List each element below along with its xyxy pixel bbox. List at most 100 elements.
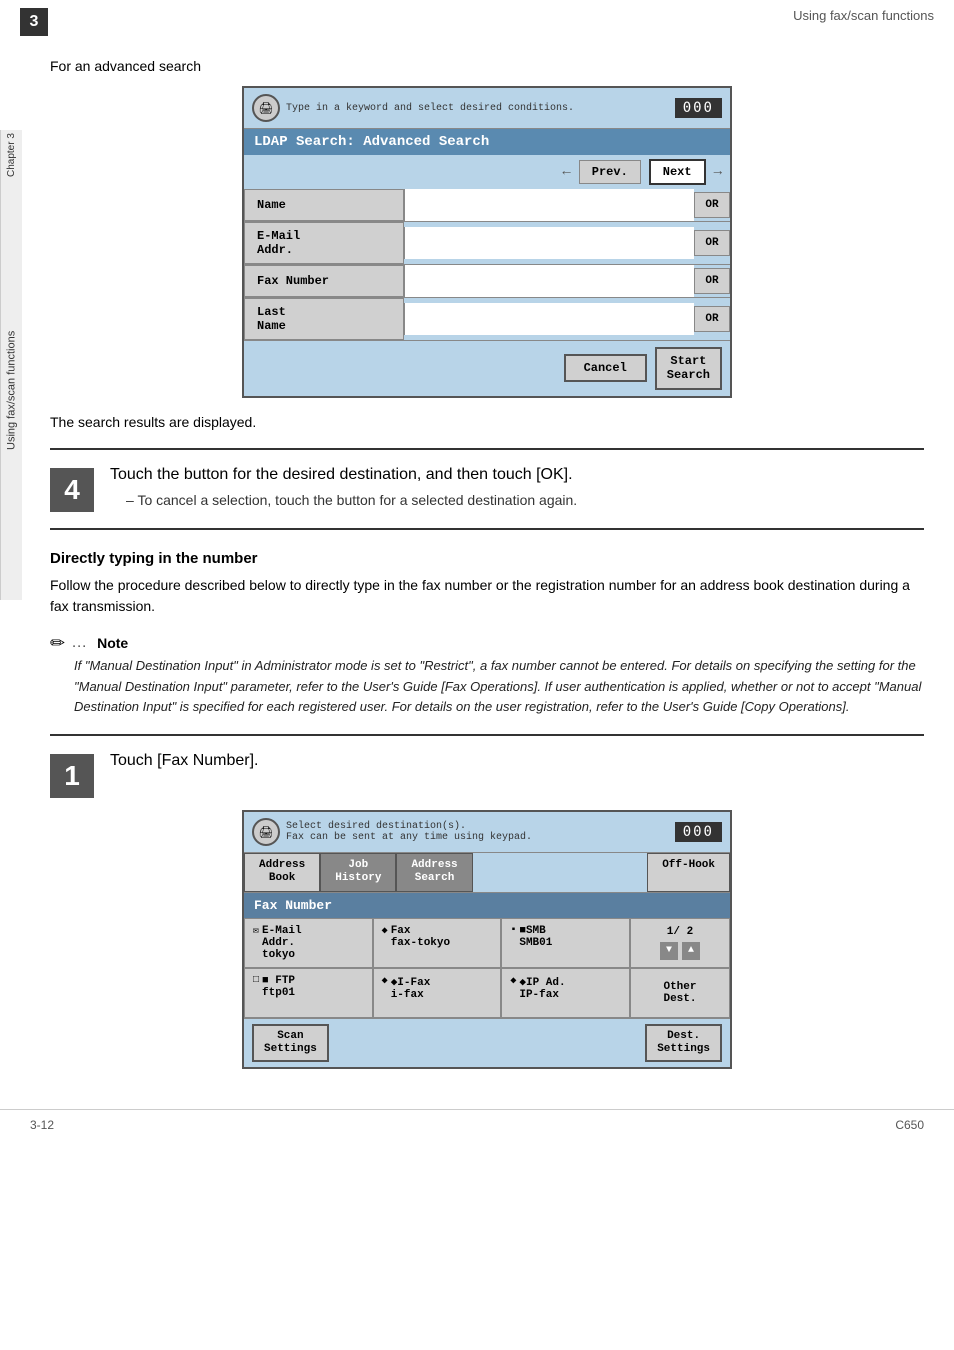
smb-cell-label: ■SMBSMB01	[519, 925, 552, 949]
main-content: For an advanced search 🖨 Type in a keywo…	[30, 40, 954, 1089]
step-4-content: Touch the button for the desired destina…	[110, 466, 924, 508]
field-or-lastname: OR	[694, 306, 730, 332]
page-footer: 3-12 C650	[0, 1109, 954, 1140]
note-text: If "Manual Destination Input" in Adminis…	[74, 656, 924, 718]
ui-bottom-row: Cancel StartSearch	[244, 341, 730, 396]
tab-address-book[interactable]: AddressBook	[244, 853, 320, 891]
step-4-number: 4	[50, 468, 94, 512]
chapter-label: Chapter 3	[0, 130, 22, 180]
ipad-cell-label: ◆IP Ad.IP-fax	[519, 975, 565, 1001]
result-text: The search results are displayed.	[50, 414, 924, 430]
divider-1	[50, 448, 924, 450]
field-label-fax: Fax Number	[244, 265, 404, 297]
field-row-fax: Fax Number OR	[244, 265, 730, 298]
subsection-title: Directly typing in the number	[50, 550, 924, 567]
ui-top-left: 🖨 Type in a keyword and select desired c…	[252, 94, 574, 122]
step-1-number: 1	[50, 754, 94, 798]
cancel-button[interactable]: Cancel	[564, 354, 647, 382]
scan-settings-button[interactable]: ScanSettings	[252, 1024, 329, 1062]
ui2-grid-row2: □ ■ FTPftp01 ◆ ◆I-Faxi-fax ◆ ◆IP Ad.IP-f…	[244, 968, 730, 1018]
ipad-cell-icon: ◆	[510, 975, 516, 987]
step-4-main-text: Touch the button for the desired destina…	[110, 466, 924, 484]
ifax-cell-label: ◆I-Faxi-fax	[391, 975, 431, 1001]
note-label: Note	[97, 635, 128, 651]
prev-arrow: ←	[562, 164, 570, 180]
fax-cell-label: Faxfax-tokyo	[391, 925, 450, 949]
ui-top-bar: 🖨 Type in a keyword and select desired c…	[244, 88, 730, 129]
start-search-button[interactable]: StartSearch	[655, 347, 722, 390]
ui2-top-bar: 🖨 Select desired destination(s). Fax can…	[244, 812, 730, 853]
page-down-arrow[interactable]: ▼	[660, 942, 678, 960]
ui-screenshot-1: 🖨 Type in a keyword and select desired c…	[242, 86, 732, 398]
ui-instruction: Type in a keyword and select desired con…	[286, 103, 574, 114]
field-input-lastname[interactable]	[404, 303, 694, 335]
smb-cell-icon: ▪	[510, 925, 516, 936]
ui2-tab-row: AddressBook JobHistory AddressSearch Off…	[244, 853, 730, 892]
page-arrows: ▼ ▲	[660, 942, 700, 960]
ui2-grid-row1: ✉ E-MailAddr.tokyo ◆ Faxfax-tokyo ▪ ■SMB…	[244, 918, 730, 968]
ui-counter: 000	[675, 98, 722, 118]
grid-cell-email[interactable]: ✉ E-MailAddr.tokyo	[244, 918, 373, 968]
fax-number-selected[interactable]: Fax Number	[244, 893, 730, 918]
step-1-block: 1 Touch [Fax Number].	[50, 752, 924, 798]
ui2-top-left: 🖨 Select desired destination(s). Fax can…	[252, 818, 532, 846]
step-1-content: Touch [Fax Number].	[110, 752, 924, 778]
fax-cell-icon: ◆	[382, 925, 388, 937]
grid-cell-fax[interactable]: ◆ Faxfax-tokyo	[373, 918, 502, 968]
ui2-instruction1: Select desired destination(s).	[286, 821, 532, 832]
ui2-counter: 000	[675, 822, 722, 842]
field-row-lastname: LastName OR	[244, 298, 730, 341]
note-block: ✏ … Note If "Manual Destination Input" i…	[50, 633, 924, 718]
other-dest-button[interactable]: OtherDest.	[630, 968, 730, 1018]
page-number-indicator: 1/ 2	[667, 926, 693, 938]
ui-logo-icon: 🖨	[252, 94, 280, 122]
field-label-email: E-MailAddr.	[244, 222, 404, 264]
field-input-email[interactable]	[404, 227, 694, 259]
ui-nav-row: ← Prev. Next →	[244, 155, 730, 189]
field-label-lastname: LastName	[244, 298, 404, 340]
header-title: Using fax/scan functions	[793, 8, 934, 23]
next-button[interactable]: Next	[649, 159, 706, 185]
next-arrow: →	[714, 164, 722, 180]
section-side-label: Using fax/scan functions	[0, 180, 22, 600]
field-or-email: OR	[694, 230, 730, 256]
tab-address-search[interactable]: AddressSearch	[396, 853, 472, 891]
ui2-bottom-row: ScanSettings Dest.Settings	[244, 1018, 730, 1067]
grid-cell-ipad[interactable]: ◆ ◆IP Ad.IP-fax	[501, 968, 630, 1018]
field-row-name: Name OR	[244, 189, 730, 222]
grid-cell-smb[interactable]: ▪ ■SMBSMB01	[501, 918, 630, 968]
dest-settings-button[interactable]: Dest.Settings	[645, 1024, 722, 1062]
note-dots: …	[71, 634, 87, 652]
ui2-instruction2: Fax can be sent at any time using keypad…	[286, 832, 532, 843]
field-label-name: Name	[244, 189, 404, 221]
ui2-logo-icon: 🖨	[252, 818, 280, 846]
page-indicator-cell: 1/ 2 ▼ ▲	[630, 918, 730, 968]
tab-job-history[interactable]: JobHistory	[320, 853, 396, 891]
divider-3	[50, 734, 924, 736]
footer-right: C650	[895, 1118, 924, 1132]
tab-off-hook[interactable]: Off-Hook	[647, 853, 730, 891]
ifax-cell-icon: ◆	[382, 975, 388, 987]
field-or-fax: OR	[694, 268, 730, 294]
note-icon-row: ✏ … Note	[50, 633, 924, 654]
ftp-cell-label: ■ FTPftp01	[262, 975, 295, 999]
page-header: 3 Using fax/scan functions	[0, 0, 954, 40]
field-input-name[interactable]	[404, 189, 694, 221]
email-cell-icon: ✉	[253, 925, 259, 937]
prev-button[interactable]: Prev.	[579, 160, 641, 184]
grid-cell-ifax[interactable]: ◆ ◆I-Faxi-fax	[373, 968, 502, 1018]
ui-screenshot-2: 🖨 Select desired destination(s). Fax can…	[242, 810, 732, 1069]
step-4-sub-text: To cancel a selection, touch the button …	[126, 492, 924, 508]
page-number: 3	[20, 8, 48, 36]
field-input-fax[interactable]	[404, 265, 694, 297]
ftp-cell-icon: □	[253, 975, 259, 986]
page-up-arrow[interactable]: ▲	[682, 942, 700, 960]
divider-2	[50, 528, 924, 530]
field-or-name: OR	[694, 192, 730, 218]
grid-cell-ftp[interactable]: □ ■ FTPftp01	[244, 968, 373, 1018]
field-row-email: E-MailAddr. OR	[244, 222, 730, 265]
advanced-search-intro: For an advanced search	[50, 58, 924, 74]
page-indicator: 1/ 2 ▼ ▲	[660, 926, 700, 960]
email-cell-label: E-MailAddr.tokyo	[262, 925, 302, 961]
tab-spacer	[473, 853, 648, 891]
